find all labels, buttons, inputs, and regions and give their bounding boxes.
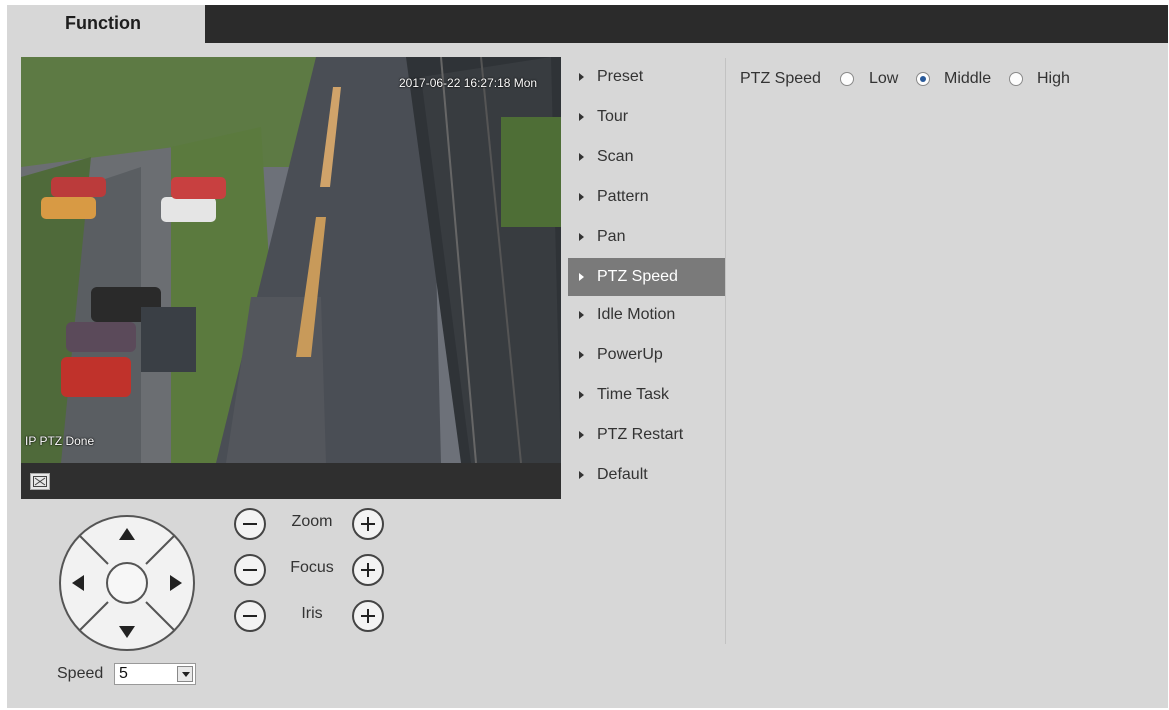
camera-scene [21,57,561,463]
radio-low-label[interactable]: Low [869,70,898,88]
focus-control: Focus [232,554,397,590]
panel-divider [725,58,726,644]
iris-control: Iris [232,600,397,636]
triangle-right-icon [579,351,584,359]
iris-minus-button[interactable] [234,600,266,632]
menu-item-label: Time Task [597,386,670,403]
menu-item-label: Default [597,466,648,483]
focus-minus-button[interactable] [234,554,266,586]
live-video: 2017-06-22 16:27:18 Mon IP PTZ Done [21,57,561,463]
triangle-right-icon [579,193,584,201]
menu-item-default[interactable]: Default [568,456,725,496]
radio-middle-label[interactable]: Middle [944,70,991,88]
fullscreen-icon[interactable] [30,473,50,490]
menu-item-scan[interactable]: Scan [568,138,725,178]
zoom-control: Zoom [232,508,397,544]
triangle-right-icon [579,311,584,319]
zoom-label: Zoom [291,513,333,530]
menu-item-pan[interactable]: Pan [568,218,725,258]
settings-title: PTZ Speed [740,70,821,87]
speed-label: Speed [57,665,104,682]
function-menu: Preset Tour Scan Pattern Pan PTZ Speed I… [568,58,725,496]
zoom-in-button[interactable] [352,508,384,540]
menu-item-ptz-restart[interactable]: PTZ Restart [568,416,725,456]
menu-item-label: Idle Motion [597,306,676,323]
iris-label: Iris [301,605,323,622]
triangle-right-icon [579,73,584,81]
menu-item-label: Scan [597,148,634,165]
menu-item-label: Tour [597,108,629,125]
radio-low[interactable] [840,72,854,86]
osd-timestamp: 2017-06-22 16:27:18 Mon [399,76,538,90]
triangle-right-icon [579,391,584,399]
menu-item-label: PTZ Speed [597,268,678,285]
menu-item-label: PowerUp [597,346,663,363]
menu-item-powerup[interactable]: PowerUp [568,336,725,376]
speed-value: 5 [119,665,128,682]
triangle-right-icon [579,153,584,161]
menu-item-ptz-speed[interactable]: PTZ Speed [568,258,725,296]
radio-high-label[interactable]: High [1037,70,1070,88]
menu-item-label: PTZ Restart [597,426,684,443]
triangle-right-icon [579,113,584,121]
osd-status: IP PTZ Done [25,434,95,448]
chevron-down-icon[interactable] [177,666,193,682]
speed-select[interactable]: 5 [114,663,196,685]
focus-plus-button[interactable] [352,554,384,586]
menu-item-preset[interactable]: Preset [568,58,725,98]
triangle-right-icon [579,431,584,439]
radio-middle[interactable] [916,72,930,86]
menu-item-label: Preset [597,68,644,85]
menu-item-tour[interactable]: Tour [568,98,725,138]
triangle-right-icon [579,233,584,241]
menu-item-label: Pattern [597,188,649,205]
tab-function[interactable]: Function [7,5,205,43]
triangle-right-icon [579,273,584,281]
menu-item-label: Pan [597,228,626,245]
menu-item-time-task[interactable]: Time Task [568,376,725,416]
ptz-direction-pad[interactable] [58,514,196,652]
menu-item-idle-motion[interactable]: Idle Motion [568,296,725,336]
video-toolbar [21,463,561,499]
menu-item-pattern[interactable]: Pattern [568,178,725,218]
triangle-right-icon [579,471,584,479]
zoom-out-button[interactable] [234,508,266,540]
focus-label: Focus [290,559,334,576]
radio-high[interactable] [1009,72,1023,86]
iris-plus-button[interactable] [352,600,384,632]
